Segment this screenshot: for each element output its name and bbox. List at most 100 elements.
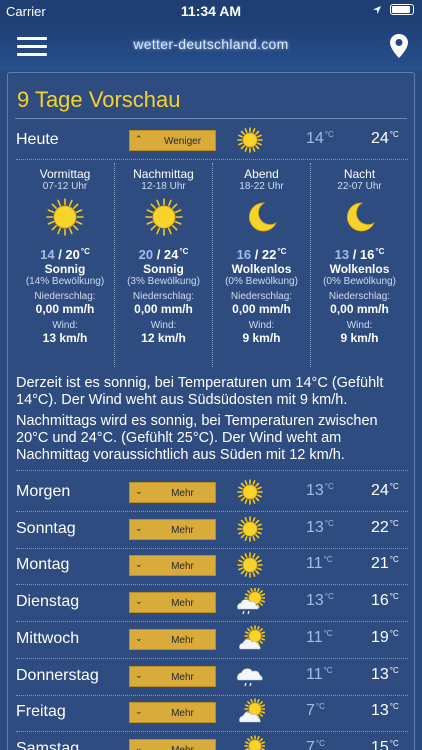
cloud-rain-icon: [237, 667, 263, 686]
day-row: Sonntag ⌄ Mehr 13°C 22°C: [16, 513, 408, 547]
part-desc: Wolkenlos: [231, 262, 292, 276]
sun-cloud-icon: [239, 698, 265, 723]
part-desc: Sonnig: [143, 262, 184, 276]
day-label: Sonntag: [16, 519, 76, 537]
part-name: Abend: [244, 167, 279, 181]
day-part-morning: Vormittag 07-12 Uhr 14 / 20°C Sonnig (14…: [16, 163, 114, 367]
day-row: Freitag ⌄ Mehr 7°C 13°C: [16, 696, 408, 730]
day-label: Samstag: [16, 739, 80, 750]
moon-icon: [248, 202, 277, 232]
rain-label: Niederschlag:: [34, 291, 96, 302]
day-part-evening: Abend 18-22 Uhr 16 / 22°C Wolkenlos (0% …: [212, 163, 310, 367]
current-description: Derzeit ist es sonnig, bei Temperaturen …: [16, 375, 384, 408]
sun-icon: [46, 198, 84, 236]
temp-min: 7°C: [306, 702, 325, 720]
part-cloud: (0% Bewölkung): [225, 276, 298, 287]
part-cloud: (14% Bewölkung): [25, 276, 105, 287]
forecast-panel: 9 Tage Vorschau Heute ⌃ Weniger 14°C 24°…: [7, 72, 415, 750]
more-button[interactable]: ⌄ Mehr: [129, 665, 216, 687]
more-button[interactable]: ⌄ Mehr: [129, 738, 216, 750]
sun-icon: [237, 127, 263, 153]
temp-min: 14°C: [306, 130, 334, 147]
temp-min: 11°C: [306, 628, 333, 646]
day-label: Dienstag: [16, 593, 80, 611]
sun-icon: [237, 479, 263, 505]
location-arrow-icon: [373, 5, 381, 14]
sun-cloud-icon: [244, 735, 265, 750]
temp-min: 11°C: [306, 665, 333, 683]
temp-min: 13°C: [306, 592, 334, 610]
day-row: Dienstag ⌄ Mehr 13°C 16°C: [16, 586, 408, 620]
more-button[interactable]: ⌄ Mehr: [129, 555, 216, 577]
day-part-night: Nacht 22-07 Uhr 13 / 16°C Wolkenlos (0% …: [310, 163, 408, 367]
chevron-down-icon: ⌄: [135, 559, 143, 570]
day-label: Montag: [16, 556, 70, 574]
row-divider: [16, 470, 408, 471]
day-label: Morgen: [16, 483, 71, 500]
day-row: Samstag ⌄ Mehr 7°C 15°C: [16, 733, 408, 750]
part-desc: Sonnig: [44, 262, 86, 276]
temp-max: 13°C: [371, 702, 399, 720]
part-temp: 14 / 20°C: [40, 247, 90, 262]
rain-value: 0,00 mm/h: [232, 302, 291, 316]
wind-label: Wind:: [150, 320, 177, 331]
part-range: 07-12 Uhr: [42, 181, 88, 192]
day-row: Morgen ⌄ Mehr 13°C 24°C: [16, 476, 408, 510]
rain-value: 0,00 mm/h: [35, 302, 95, 316]
button-label: Mehr: [171, 524, 194, 536]
sun-cloud-rain-icon: [237, 588, 265, 615]
clock: 11:34 AM: [180, 3, 242, 19]
status-icons: [372, 4, 414, 15]
button-label: Mehr: [150, 745, 215, 750]
wind-value: 12 km/h: [141, 331, 186, 345]
temp-min: 7°C: [306, 738, 325, 750]
day-row: Montag ⌄ Mehr 11°C 21°C: [16, 549, 408, 583]
button-label: Mehr: [171, 488, 194, 499]
rain-value: 0,00 mm/h: [134, 302, 193, 316]
temp-max: 15°C: [371, 738, 399, 750]
temp-max: 24°C: [371, 482, 399, 499]
wind-label: Wind:: [248, 320, 275, 331]
temp-min: 11°C: [306, 555, 333, 573]
temp-max: 13°C: [371, 665, 399, 683]
more-button[interactable]: ⌄ Mehr: [129, 592, 216, 614]
part-temp: 13 / 16°C: [334, 247, 385, 262]
part-temp: 20 / 24°C: [138, 247, 189, 262]
site-logo: wetter-deutschland.com: [133, 36, 289, 52]
temp-min: 13°C: [306, 518, 334, 536]
chevron-up-icon: ⌃: [135, 134, 143, 144]
day-part-afternoon: Nachmittag 12-18 Uhr 20 / 24°C Sonnig (3…: [114, 163, 212, 367]
part-desc: Wolkenlos: [329, 262, 390, 276]
rain-label: Niederschlag:: [132, 291, 195, 302]
more-button[interactable]: ⌄ Mehr: [129, 518, 216, 540]
chevron-down-icon: ⌄: [135, 706, 143, 717]
part-range: 18-22 Uhr: [239, 181, 284, 192]
rain-label: Niederschlag:: [230, 291, 293, 302]
button-label: Weniger: [163, 136, 202, 147]
more-button[interactable]: ⌄ Mehr: [129, 628, 216, 650]
nav-bar: wetter-deutschland.com: [0, 22, 422, 70]
part-temp: 16 / 22°C: [236, 247, 287, 262]
location-pin-icon[interactable]: [389, 33, 409, 59]
battery-icon: [390, 4, 414, 15]
temp-max: 22°C: [371, 518, 399, 536]
part-range: 12-18 Uhr: [141, 181, 186, 192]
chevron-down-icon: ⌄: [135, 522, 143, 533]
chevron-down-icon: ⌄: [135, 486, 143, 496]
button-label: Mehr: [171, 708, 194, 720]
part-name: Nachmittag: [133, 167, 194, 181]
more-button[interactable]: ⌄ Mehr: [129, 702, 216, 724]
temp-max: 19°C: [371, 628, 399, 646]
moon-icon: [346, 202, 375, 232]
sun-cloud-icon: [239, 624, 265, 650]
less-button[interactable]: ⌃ Weniger: [129, 130, 216, 151]
part-cloud: (0% Bewölkung): [323, 276, 396, 287]
day-parts: Vormittag 07-12 Uhr 14 / 20°C Sonnig (14…: [16, 163, 408, 367]
sun-icon: [237, 515, 263, 542]
temp-max: 24°C: [371, 130, 399, 147]
day-row: Donnerstag ⌄ Mehr 11°C 13°C: [16, 660, 408, 694]
wind-value: 13 km/h: [42, 331, 88, 345]
title-divider: [15, 118, 407, 119]
rain-label: Niederschlag:: [328, 291, 391, 302]
more-button[interactable]: ⌄ Mehr: [129, 482, 216, 503]
